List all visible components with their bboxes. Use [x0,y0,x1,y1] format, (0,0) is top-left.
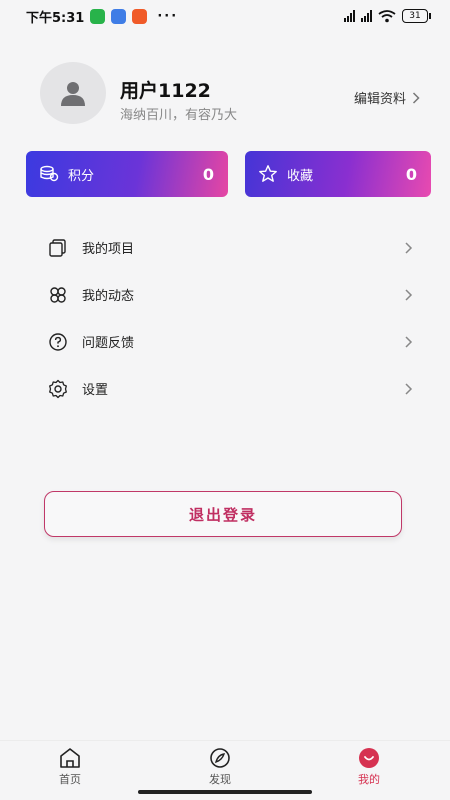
menu-item-label: 问题反馈 [82,336,135,351]
points-value: 0 [202,164,214,184]
menu-item-label: 我的项目 [82,242,135,257]
profile-icon [359,748,379,768]
question-icon [46,330,70,354]
more-notifications-icon: ··· [157,8,179,24]
profile-header: 用户1122 海纳百川，有容乃大 编辑资料 [40,62,420,126]
home-icon [60,748,80,768]
shield-app-icon [90,8,106,24]
nav-item-label: 我的 [358,773,380,786]
menu-item-label: 我的动态 [82,289,135,304]
signal-icon [344,10,355,22]
nav-item-label: 首页 [59,773,81,786]
menu-item-my-activity[interactable]: 我的动态 [46,271,418,318]
edit-profile-button[interactable]: 编辑资料 [354,88,420,107]
menu-item-feedback[interactable]: 问题反馈 [46,318,418,365]
favorites-value: 0 [405,164,417,184]
username: 用户1122 [120,80,211,102]
motto: 海纳百川，有容乃大 [120,108,238,123]
menu-item-my-projects[interactable]: 我的项目 [46,224,418,271]
favorites-card[interactable]: 收藏 0 [245,151,431,197]
nav-item-discover[interactable]: 发现 [190,747,250,787]
nav-item-home[interactable]: 首页 [40,747,100,787]
favorites-label: 收藏 [287,168,314,184]
star-icon [257,163,279,185]
nav-item-label: 发现 [209,773,231,786]
status-time: 下午5:31 [26,10,85,26]
nav-item-mine[interactable]: 我的 [339,747,399,787]
chevron-right-icon [412,91,420,104]
wifi-icon [378,9,396,22]
menu-item-label: 设置 [82,383,109,398]
folder-icon [46,236,70,260]
user-avatar-icon [61,82,85,106]
menu-list: 我的项目 我的动态 问题反馈 设置 [46,224,418,412]
chevron-right-icon [405,288,413,301]
menu-item-settings[interactable]: 设置 [46,365,418,412]
clover-icon [46,283,70,307]
avatar[interactable] [40,62,106,124]
points-card[interactable]: 积分 0 [26,151,228,197]
signal-2-icon [361,10,372,22]
shop-app-icon [132,8,148,24]
battery-icon: 31 [402,9,431,23]
status-left: 下午5:31 ··· [26,7,178,26]
status-bar: 下午5:31 ··· 31 [0,0,450,32]
compass-icon [210,748,230,768]
chevron-right-icon [405,241,413,254]
chevron-right-icon [405,382,413,395]
coins-icon [38,163,60,185]
home-indicator [138,790,312,794]
gear-icon [46,377,70,401]
chevron-right-icon [405,335,413,348]
logout-button[interactable]: 退出登录 [44,491,402,537]
status-right: 31 [344,9,431,23]
points-label: 积分 [68,168,95,184]
profile-page: 下午5:31 ··· 31 用户1122 海纳百川，有容乃大 编辑资料 积分 0… [0,0,450,800]
edit-profile-label: 编辑资料 [353,92,406,107]
message-app-icon [111,8,127,24]
